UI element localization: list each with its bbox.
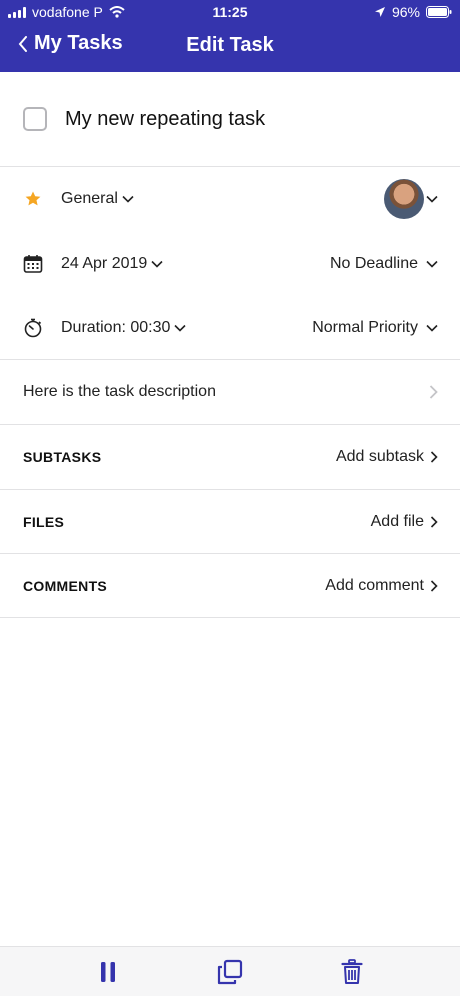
avatar [384,179,424,219]
status-bar: vodafone P 11:25 96% [0,0,460,24]
pause-button[interactable] [93,957,123,987]
duration-selector[interactable]: Duration: 00:30 [23,318,186,338]
add-file-button[interactable]: Add file [371,513,438,531]
date-label: 24 Apr 2019 [61,255,148,272]
page-title: Edit Task [186,34,274,56]
chevron-down-icon [426,324,438,332]
date-row: 24 Apr 2019 No Deadline [0,232,460,296]
bottom-toolbar [0,946,460,996]
description-text: Here is the task description [23,383,216,400]
pause-icon [101,962,115,982]
add-subtask-label: Add subtask [335,448,424,465]
location-icon [374,7,385,17]
list-row: General [0,166,460,232]
navigation-bar: My Tasks Edit Task [0,30,460,66]
chevron-down-icon [151,260,163,268]
add-file-label: Add file [370,512,424,530]
description-row[interactable]: Here is the task description [0,360,460,424]
files-row: FILES Add file [0,490,460,553]
deadline-selector[interactable]: No Deadline [330,255,438,273]
comments-heading: COMMENTS [23,577,108,594]
list-selector[interactable]: General [23,189,134,209]
duration-label: Duration: 00:30 [61,318,171,336]
subtasks-heading: SUBTASKS [23,449,102,465]
task-complete-checkbox[interactable] [23,107,47,131]
chevron-right-icon [430,451,438,463]
add-comment-label: Add comment [325,576,424,594]
priority-selector[interactable]: Normal Priority [312,319,438,337]
list-label: General [61,190,118,207]
chevron-down-icon [122,195,134,203]
files-heading: FILES [23,513,65,530]
divider [0,617,460,618]
assignee-selector[interactable] [384,179,438,219]
battery-icon [426,6,452,18]
deadline-label: No Deadline [329,255,418,272]
star-icon [25,191,41,206]
duplicate-button[interactable] [215,957,245,987]
chevron-right-icon [430,579,438,592]
task-title-row: My new repeating task [0,72,460,166]
add-comment-button[interactable]: Add comment [325,577,438,595]
battery-percent: 96% [391,4,420,20]
calendar-icon [23,255,43,273]
subtasks-row: SUBTASKS Add subtask [0,425,460,489]
duration-row: Duration: 00:30 Normal Priority [0,296,460,359]
chevron-down-icon [426,260,438,268]
header-bar: vodafone P 11:25 96% My Tasks Edit Task [0,0,460,72]
duplicate-icon [217,959,243,985]
chevron-right-icon [430,515,438,528]
chevron-right-icon [429,385,438,399]
stopwatch-icon [24,318,42,337]
priority-label: Normal Priority [312,318,418,336]
comments-row: COMMENTS Add comment [0,554,460,617]
date-selector[interactable]: 24 Apr 2019 [23,254,163,274]
task-title[interactable]: My new repeating task [65,108,265,131]
trash-icon [341,959,363,984]
chevron-down-icon [174,324,186,332]
chevron-down-icon [426,195,438,203]
delete-button[interactable] [337,957,367,987]
add-subtask-button[interactable]: Add subtask [336,448,438,466]
